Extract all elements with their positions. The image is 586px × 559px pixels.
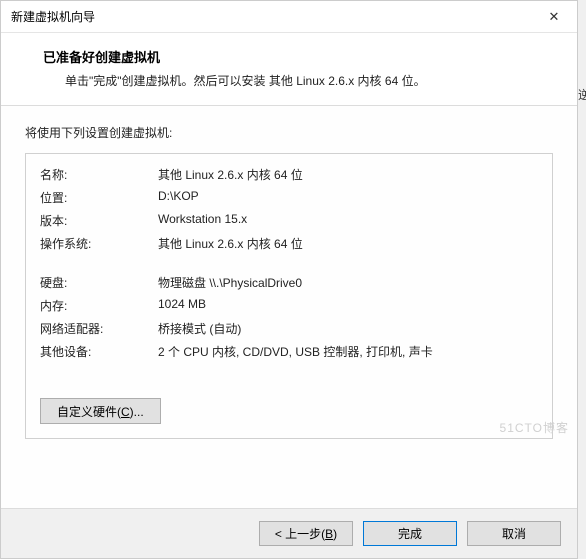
label-name: 名称: [40,166,158,183]
window-title: 新建虚拟机向导 [11,8,95,25]
finish-button[interactable]: 完成 [363,521,457,546]
label-memory: 内存: [40,297,158,314]
customize-hardware-button[interactable]: 自定义硬件(C)... [40,398,161,424]
close-button[interactable]: ✕ [531,1,577,33]
setting-row-version: 版本: Workstation 15.x [40,212,538,229]
value-location: D:\KOP [158,189,538,206]
back-prefix: < 上一步( [275,527,325,541]
setting-row-name: 名称: 其他 Linux 2.6.x 内核 64 位 [40,166,538,183]
value-version: Workstation 15.x [158,212,538,229]
value-disk: 物理磁盘 \\.\PhysicalDrive0 [158,274,538,291]
back-button[interactable]: < 上一步(B) [259,521,353,546]
wizard-footer: < 上一步(B) 完成 取消 [1,508,577,558]
watermark-text: 51CTO博客 [500,419,569,436]
label-network: 网络适配器: [40,320,158,337]
titlebar: 新建虚拟机向导 ✕ [1,1,577,33]
label-location: 位置: [40,189,158,206]
header-description: 单击"完成"创建虚拟机。然后可以安装 其他 Linux 2.6.x 内核 64 … [65,72,553,89]
setting-row-other: 其他设备: 2 个 CPU 内核, CD/DVD, USB 控制器, 打印机, … [40,343,538,360]
wizard-dialog: 新建虚拟机向导 ✕ 已准备好创建虚拟机 单击"完成"创建虚拟机。然后可以安装 其… [0,0,578,559]
label-disk: 硬盘: [40,274,158,291]
setting-row-location: 位置: D:\KOP [40,189,538,206]
side-fragment-text: 逆 [578,86,586,103]
wizard-body: 将使用下列设置创建虚拟机: 名称: 其他 Linux 2.6.x 内核 64 位… [1,106,577,508]
label-version: 版本: [40,212,158,229]
value-memory: 1024 MB [158,297,538,314]
back-hotkey: B [325,527,333,541]
label-other: 其他设备: [40,343,158,360]
setting-row-spacer [40,258,538,268]
cancel-button[interactable]: 取消 [467,521,561,546]
back-suffix: ) [333,527,337,541]
setting-row-disk: 硬盘: 物理磁盘 \\.\PhysicalDrive0 [40,274,538,291]
header-title: 已准备好创建虚拟机 [43,47,553,66]
wizard-header: 已准备好创建虚拟机 单击"完成"创建虚拟机。然后可以安装 其他 Linux 2.… [1,33,577,106]
label-os: 操作系统: [40,235,158,252]
settings-groupbox: 名称: 其他 Linux 2.6.x 内核 64 位 位置: D:\KOP 版本… [25,153,553,439]
value-other: 2 个 CPU 内核, CD/DVD, USB 控制器, 打印机, 声卡 [158,343,538,360]
value-os: 其他 Linux 2.6.x 内核 64 位 [158,235,538,252]
settings-intro: 将使用下列设置创建虚拟机: [25,124,553,141]
customize-hotkey: C [121,405,130,419]
value-name: 其他 Linux 2.6.x 内核 64 位 [158,166,538,183]
setting-row-network: 网络适配器: 桥接模式 (自动) [40,320,538,337]
setting-row-memory: 内存: 1024 MB [40,297,538,314]
close-icon: ✕ [549,9,560,25]
setting-row-os: 操作系统: 其他 Linux 2.6.x 内核 64 位 [40,235,538,252]
value-network: 桥接模式 (自动) [158,320,538,337]
customize-suffix: )... [130,405,144,419]
customize-prefix: 自定义硬件( [57,405,121,419]
